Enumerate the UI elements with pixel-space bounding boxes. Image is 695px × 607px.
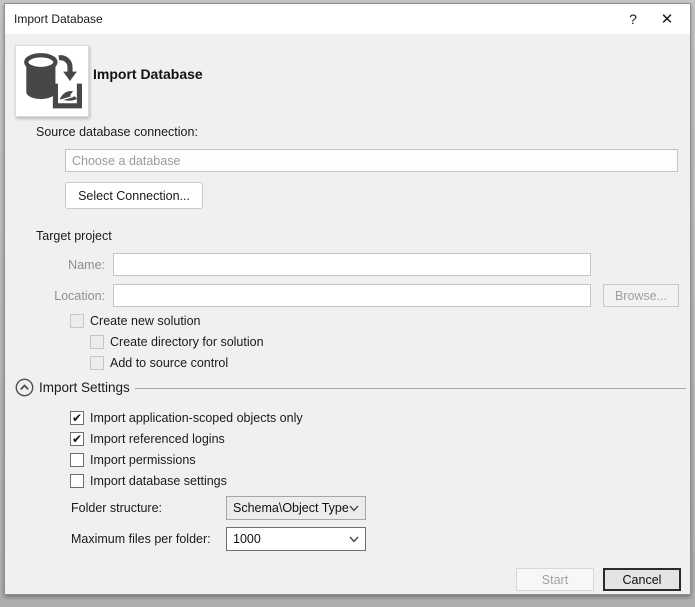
import-settings-header[interactable]: Import Settings xyxy=(39,380,130,395)
selected-value: 1000 xyxy=(233,532,261,546)
target-project-label: Target project xyxy=(36,229,112,243)
selected-value: Schema\Object Type xyxy=(233,501,349,515)
window-title: Import Database xyxy=(14,12,103,26)
create-new-solution-checkbox: Create new solution xyxy=(70,314,200,328)
checkbox-label: Create new solution xyxy=(90,314,201,328)
checkbox-box[interactable] xyxy=(70,474,84,488)
import-database-dialog: Import Database ? ✕ Import Database Sour… xyxy=(4,3,691,595)
checkbox-box xyxy=(90,335,104,349)
browse-button: Browse... xyxy=(603,284,679,307)
checkbox-box xyxy=(70,314,84,328)
checkbox-label: Import referenced logins xyxy=(90,432,225,446)
import-permissions-checkbox[interactable]: Import permissions xyxy=(70,453,196,467)
close-icon[interactable]: ✕ xyxy=(650,4,684,34)
help-icon[interactable]: ? xyxy=(616,4,650,34)
section-divider xyxy=(135,388,686,389)
dialog-body: Import Database Source database connecti… xyxy=(5,34,690,594)
folder-structure-label: Folder structure: xyxy=(71,501,163,515)
folder-structure-select[interactable]: Schema\Object Type xyxy=(226,496,366,520)
import-database-settings-checkbox[interactable]: Import database settings xyxy=(70,474,227,488)
database-import-glyph xyxy=(24,53,82,109)
start-button: Start xyxy=(516,568,594,591)
name-label: Name: xyxy=(68,258,105,272)
checkbox-box[interactable]: ✔ xyxy=(70,432,84,446)
import-referenced-logins-checkbox[interactable]: ✔ Import referenced logins xyxy=(70,432,225,446)
checkbox-label: Create directory for solution xyxy=(110,335,264,349)
checkbox-label: Import database settings xyxy=(90,474,227,488)
checkbox-box[interactable] xyxy=(70,453,84,467)
max-files-label: Maximum files per folder: xyxy=(71,532,211,546)
max-files-select[interactable]: 1000 xyxy=(226,527,366,551)
checkbox-label: Add to source control xyxy=(110,356,229,370)
source-connection-input[interactable] xyxy=(65,149,678,172)
project-location-input[interactable] xyxy=(113,284,591,307)
checkbox-label: Import application-scoped objects only xyxy=(90,411,303,425)
add-source-control-checkbox: Add to source control xyxy=(90,356,228,370)
import-database-icon xyxy=(15,45,89,117)
checkbox-label: Import permissions xyxy=(90,453,196,467)
project-name-input[interactable] xyxy=(113,253,591,276)
page-title: Import Database xyxy=(93,66,203,82)
source-connection-label: Source database connection: xyxy=(36,125,198,139)
titlebar: Import Database ? ✕ xyxy=(5,4,690,34)
location-label: Location: xyxy=(54,289,105,303)
checkbox-box xyxy=(90,356,104,370)
import-app-scoped-checkbox[interactable]: ✔ Import application-scoped objects only xyxy=(70,411,303,425)
collapse-chevron-icon[interactable] xyxy=(15,378,34,397)
checkbox-box[interactable]: ✔ xyxy=(70,411,84,425)
chevron-down-icon xyxy=(349,536,359,542)
chevron-down-icon xyxy=(349,505,359,511)
cancel-button[interactable]: Cancel xyxy=(603,568,681,591)
create-directory-checkbox: Create directory for solution xyxy=(90,335,264,349)
select-connection-button[interactable]: Select Connection... xyxy=(65,182,203,209)
